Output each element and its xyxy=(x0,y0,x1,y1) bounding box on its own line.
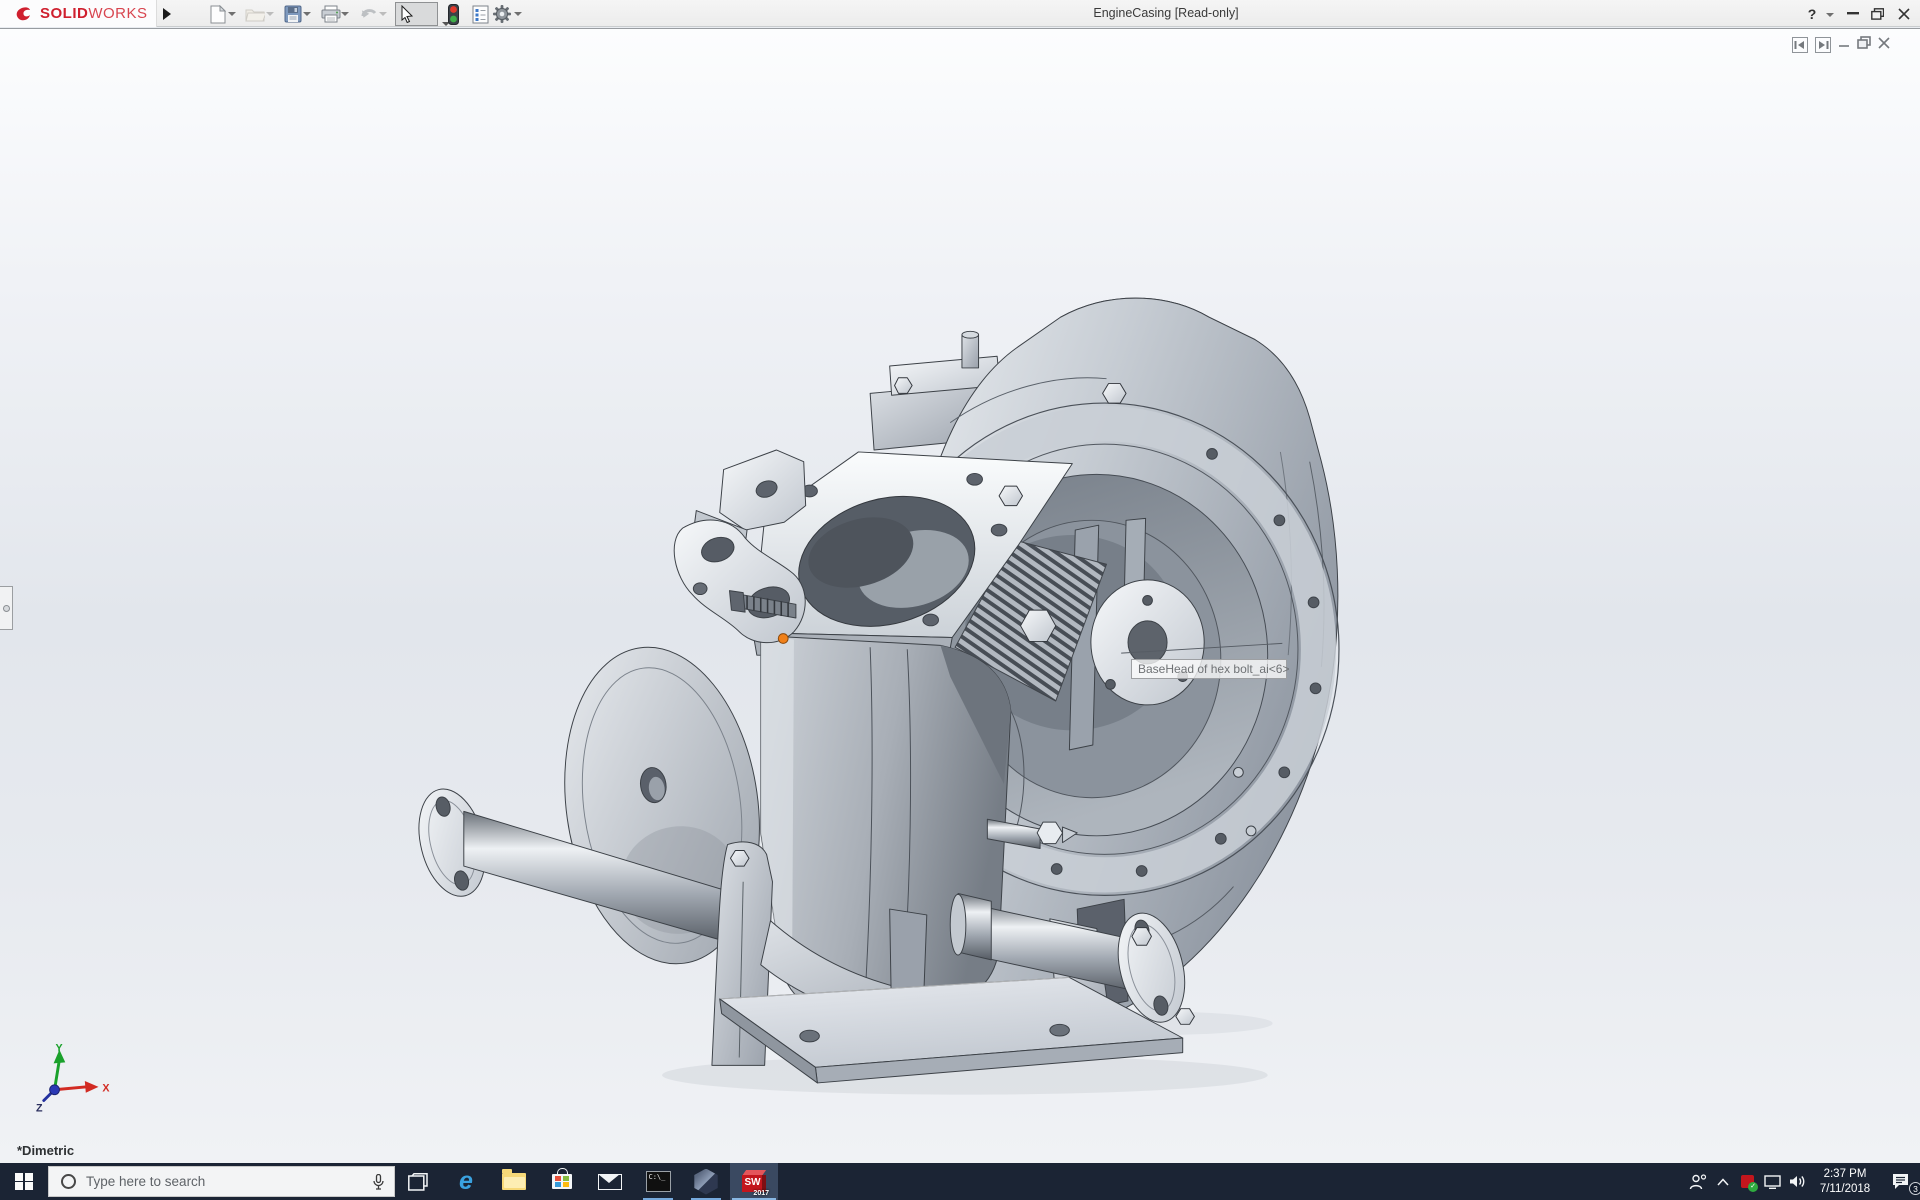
file-properties-button[interactable] xyxy=(468,3,492,25)
solidworks-logo[interactable]: SOLIDWORKS xyxy=(0,0,157,27)
solidworks-monitor-icon: ✓ xyxy=(1741,1175,1754,1188)
triad-z-label: Z xyxy=(36,1102,43,1114)
windows-logo-icon xyxy=(15,1173,33,1191)
print-caret[interactable] xyxy=(341,12,349,16)
people-button[interactable] xyxy=(1685,1163,1710,1200)
solidworks-2017-icon: SW 2017 xyxy=(742,1170,766,1194)
action-center-button[interactable]: 3 xyxy=(1880,1163,1920,1200)
new-document-button[interactable] xyxy=(206,3,230,25)
taskbar-file-explorer-button[interactable] xyxy=(490,1163,538,1200)
notification-badge: 3 xyxy=(1909,1182,1920,1195)
doc-restore-button[interactable] xyxy=(1857,36,1871,54)
chevron-up-icon xyxy=(1717,1178,1729,1186)
edge-icon: e xyxy=(459,1169,473,1194)
rebuild-button[interactable] xyxy=(441,3,465,25)
undo-caret[interactable] xyxy=(379,12,387,16)
clock-time: 2:37 PM xyxy=(1814,1167,1876,1182)
taskbar-clock[interactable]: 2:37 PM 7/11/2018 xyxy=(1814,1167,1876,1197)
graphics-viewport[interactable]: Y X Z BaseHead of hex bolt_ai<6> *Dimetr… xyxy=(0,28,1920,1163)
collapse-left-pane-button[interactable] xyxy=(1792,37,1808,53)
hexagon-app-icon xyxy=(693,1169,719,1195)
action-center-icon xyxy=(1891,1173,1910,1190)
open-caret[interactable] xyxy=(266,12,274,16)
tray-chevron-button[interactable] xyxy=(1710,1163,1735,1200)
search-input[interactable] xyxy=(86,1174,373,1189)
network-icon xyxy=(1764,1175,1782,1189)
taskbar-store-button[interactable] xyxy=(538,1163,586,1200)
minimize-button[interactable] xyxy=(1844,0,1862,27)
taskbar: e C:\_ SW 2017 xyxy=(0,1163,1920,1200)
taskbar-search[interactable] xyxy=(48,1166,395,1197)
mail-icon xyxy=(598,1174,622,1190)
store-icon xyxy=(552,1174,572,1189)
microphone-icon[interactable] xyxy=(373,1174,384,1190)
file-explorer-icon xyxy=(502,1173,526,1190)
doc-close-button[interactable] xyxy=(1878,36,1890,54)
undo-button[interactable] xyxy=(357,3,381,25)
triad-y-label: Y xyxy=(56,1043,63,1055)
window-title: EngineCasing [Read-only] xyxy=(1093,6,1238,20)
cortana-icon xyxy=(61,1174,76,1189)
taskbar-hexagon-app-button[interactable] xyxy=(682,1163,730,1200)
collapse-right-pane-button[interactable] xyxy=(1815,37,1831,53)
open-button[interactable] xyxy=(243,3,267,25)
start-button[interactable] xyxy=(0,1163,48,1200)
task-view-icon xyxy=(408,1173,428,1191)
document-window-controls xyxy=(1792,36,1890,54)
select-tool-button[interactable] xyxy=(395,2,438,26)
select-cursor-icon xyxy=(400,5,414,23)
save-button[interactable] xyxy=(281,3,305,25)
feature-tree-collapsed-tab[interactable] xyxy=(0,586,13,630)
doc-minimize-button[interactable] xyxy=(1838,36,1850,54)
help-caret[interactable] xyxy=(1826,13,1834,17)
taskbar-edge-button[interactable]: e xyxy=(442,1163,490,1200)
options-caret[interactable] xyxy=(514,12,522,16)
task-view-button[interactable] xyxy=(394,1163,442,1200)
save-caret[interactable] xyxy=(303,12,311,16)
command-prompt-icon: C:\_ xyxy=(646,1171,671,1192)
system-tray: ✓ 2:37 PM 7/11/2018 3 xyxy=(1685,1163,1920,1200)
taskbar-command-prompt-button[interactable]: C:\_ xyxy=(634,1163,682,1200)
restore-button[interactable] xyxy=(1868,0,1886,27)
menu-flyout-button[interactable] xyxy=(160,5,174,22)
view-orientation-label: *Dimetric xyxy=(17,1143,74,1158)
help-button[interactable]: ? xyxy=(1804,0,1820,27)
print-button[interactable] xyxy=(319,3,343,25)
tray-solidworks-button[interactable]: ✓ xyxy=(1735,1163,1760,1200)
engine-casing-model[interactable]: Y X Z xyxy=(0,29,1920,1164)
ds-swirl-icon xyxy=(14,5,36,23)
tray-network-button[interactable] xyxy=(1760,1163,1785,1200)
hover-tooltip: BaseHead of hex bolt_ai<6> xyxy=(1131,659,1287,679)
taskbar-mail-button[interactable] xyxy=(586,1163,634,1200)
triad-x-label: X xyxy=(102,1083,110,1095)
clock-date: 7/11/2018 xyxy=(1814,1182,1876,1197)
people-icon xyxy=(1689,1174,1707,1190)
new-document-caret[interactable] xyxy=(228,12,236,16)
hover-selection-point xyxy=(778,634,788,644)
options-gear-button[interactable] xyxy=(490,3,514,25)
close-button[interactable] xyxy=(1895,0,1913,27)
volume-icon xyxy=(1789,1174,1806,1189)
taskbar-solidworks-button[interactable]: SW 2017 xyxy=(730,1163,778,1200)
tray-volume-button[interactable] xyxy=(1785,1163,1810,1200)
brand-text: SOLIDWORKS xyxy=(40,5,148,22)
orientation-triad[interactable]: Y X Z xyxy=(36,1043,110,1115)
title-bar: SOLIDWORKS xyxy=(0,0,1920,27)
